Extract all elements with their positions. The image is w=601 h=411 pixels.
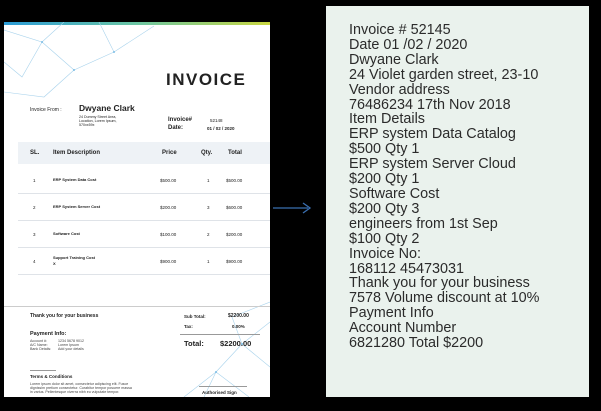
payment-labels: Account #: A/C Name: Bank Details: xyxy=(30,339,51,351)
extracted-line: Invoice # 52145 xyxy=(349,22,451,38)
authorised-sign-label: Authorised Sign xyxy=(202,390,237,395)
row-item: Software Cost xyxy=(53,231,80,236)
header-item-description: Item Description xyxy=(53,150,101,156)
terms-text: Lorem ipsum dolor sit amet, consectetur … xyxy=(30,382,132,394)
terms-divider xyxy=(30,370,56,371)
payment-values: 1234 5678 9012 Lorem Ipsum Add your deta… xyxy=(58,339,84,351)
payment-info-title: Payment Info: xyxy=(30,331,67,337)
extracted-line: engineers from 1st Sep xyxy=(349,215,498,232)
row-price: $100.00 xyxy=(160,232,177,237)
summary-divider xyxy=(4,306,270,307)
invoice-number-label: Invoice# xyxy=(168,117,193,123)
row-price: $500.00 xyxy=(160,178,177,183)
extracted-line: 76486234 17th Nov 2018 xyxy=(349,96,511,113)
invoice-date-label: Date: xyxy=(168,125,184,131)
tax-label: Tax: xyxy=(184,324,193,329)
invoice-date-value: 01 / 02 / 2020 xyxy=(207,126,235,131)
row-sl: 3 xyxy=(33,232,36,237)
arrow-right-icon xyxy=(273,202,312,214)
invoice-title: INVOICE xyxy=(166,70,247,89)
extracted-line: Account Number xyxy=(349,320,457,337)
extracted-line: $100 Qty 2 xyxy=(349,230,420,247)
row-price: $900.00 xyxy=(160,259,177,264)
tax-value: 0.00% xyxy=(232,324,245,329)
row-item: Support Training Cost xyxy=(53,255,95,260)
extracted-text-panel: Invoice # 52145 Date 01 /02 / 2020 Dwyan… xyxy=(326,6,589,397)
extracted-line: $200 Qty 1 xyxy=(349,171,420,188)
header-qty: Qty. xyxy=(201,150,213,156)
extracted-line: 24 Violet garden street, 23-10 xyxy=(349,66,539,83)
extracted-line: Invoice No: xyxy=(349,245,421,262)
extracted-line: Item Details xyxy=(349,111,425,128)
extracted-lines-list: Invoice # 52145 Date 01 /02 / 2020 Dwyan… xyxy=(349,23,539,351)
total-value: $2200.00 xyxy=(220,339,252,348)
extracted-line: 168112 45473031 xyxy=(349,260,464,277)
extracted-line: Software Cost xyxy=(349,185,440,202)
extracted-line: 6821280 Total $2200 xyxy=(349,335,484,352)
extracted-line: Date 01 /02 / 2020 xyxy=(349,36,468,53)
extracted-line: Dwyane Clark xyxy=(349,51,439,68)
payment-value: Add your details xyxy=(58,347,84,352)
total-label: Total: xyxy=(184,339,204,348)
extracted-line: $500 Qty 1 xyxy=(349,141,420,158)
extracted-line: Payment Info xyxy=(349,305,434,322)
row-sl: 2 xyxy=(33,205,36,210)
row-total: $900.00 xyxy=(226,259,243,264)
signature-line xyxy=(199,386,247,387)
extracted-line: Thank you for your business xyxy=(349,275,530,292)
header-total: Total xyxy=(228,150,242,156)
row-item-line2: X xyxy=(53,261,56,266)
invoice-from-name: Dwyane Clark xyxy=(79,103,135,113)
row-sl: 4 xyxy=(33,259,36,264)
address-line: 570xx59x xyxy=(79,123,95,128)
row-total: $500.00 xyxy=(226,178,243,183)
row-qty: 2 xyxy=(207,232,210,237)
extracted-line: ERP system Server Cloud xyxy=(349,156,516,173)
terms-line: in varius. Pellentesque viverra nibh eu … xyxy=(30,390,120,395)
row-qty: 3 xyxy=(207,205,210,210)
row-total: $600.00 xyxy=(226,205,243,210)
row-price: $200.00 xyxy=(160,205,177,210)
header-price: Price xyxy=(162,150,177,156)
invoice-from-label: Invoice From : xyxy=(30,107,62,113)
total-divider xyxy=(180,334,260,335)
extracted-line: 7578 Volume discount at 10% xyxy=(349,290,540,307)
row-item: ERP System Server Cost xyxy=(53,204,101,209)
invoice-from-address: 24 Dummy Street Area, Location, Lorem Ip… xyxy=(79,115,117,127)
extracted-line: ERP system Data Catalog xyxy=(349,126,516,143)
header-sl: SL. xyxy=(30,150,40,156)
row-sl: 1 xyxy=(33,178,36,183)
row-item: ERP System Data Cost xyxy=(53,177,97,182)
extracted-line: Vendor address xyxy=(349,81,450,98)
subtotal-label: Sub Total: xyxy=(184,314,206,319)
invoice-number-value: 52148 xyxy=(210,118,223,123)
row-qty: 1 xyxy=(207,178,210,183)
invoice-document: INVOICE Invoice From : Dwyane Clark 24 D… xyxy=(4,22,270,397)
payment-label: Bank Details: xyxy=(30,347,52,352)
row-qty: 1 xyxy=(207,259,210,264)
row-total: $200.00 xyxy=(226,232,243,237)
extracted-line: $200 Qty 3 xyxy=(349,200,420,217)
thank-you-note: Thank you for your business xyxy=(30,313,99,319)
subtotal-value: $2200.00 xyxy=(228,313,249,319)
terms-title: Terms & Conditions xyxy=(30,374,73,379)
